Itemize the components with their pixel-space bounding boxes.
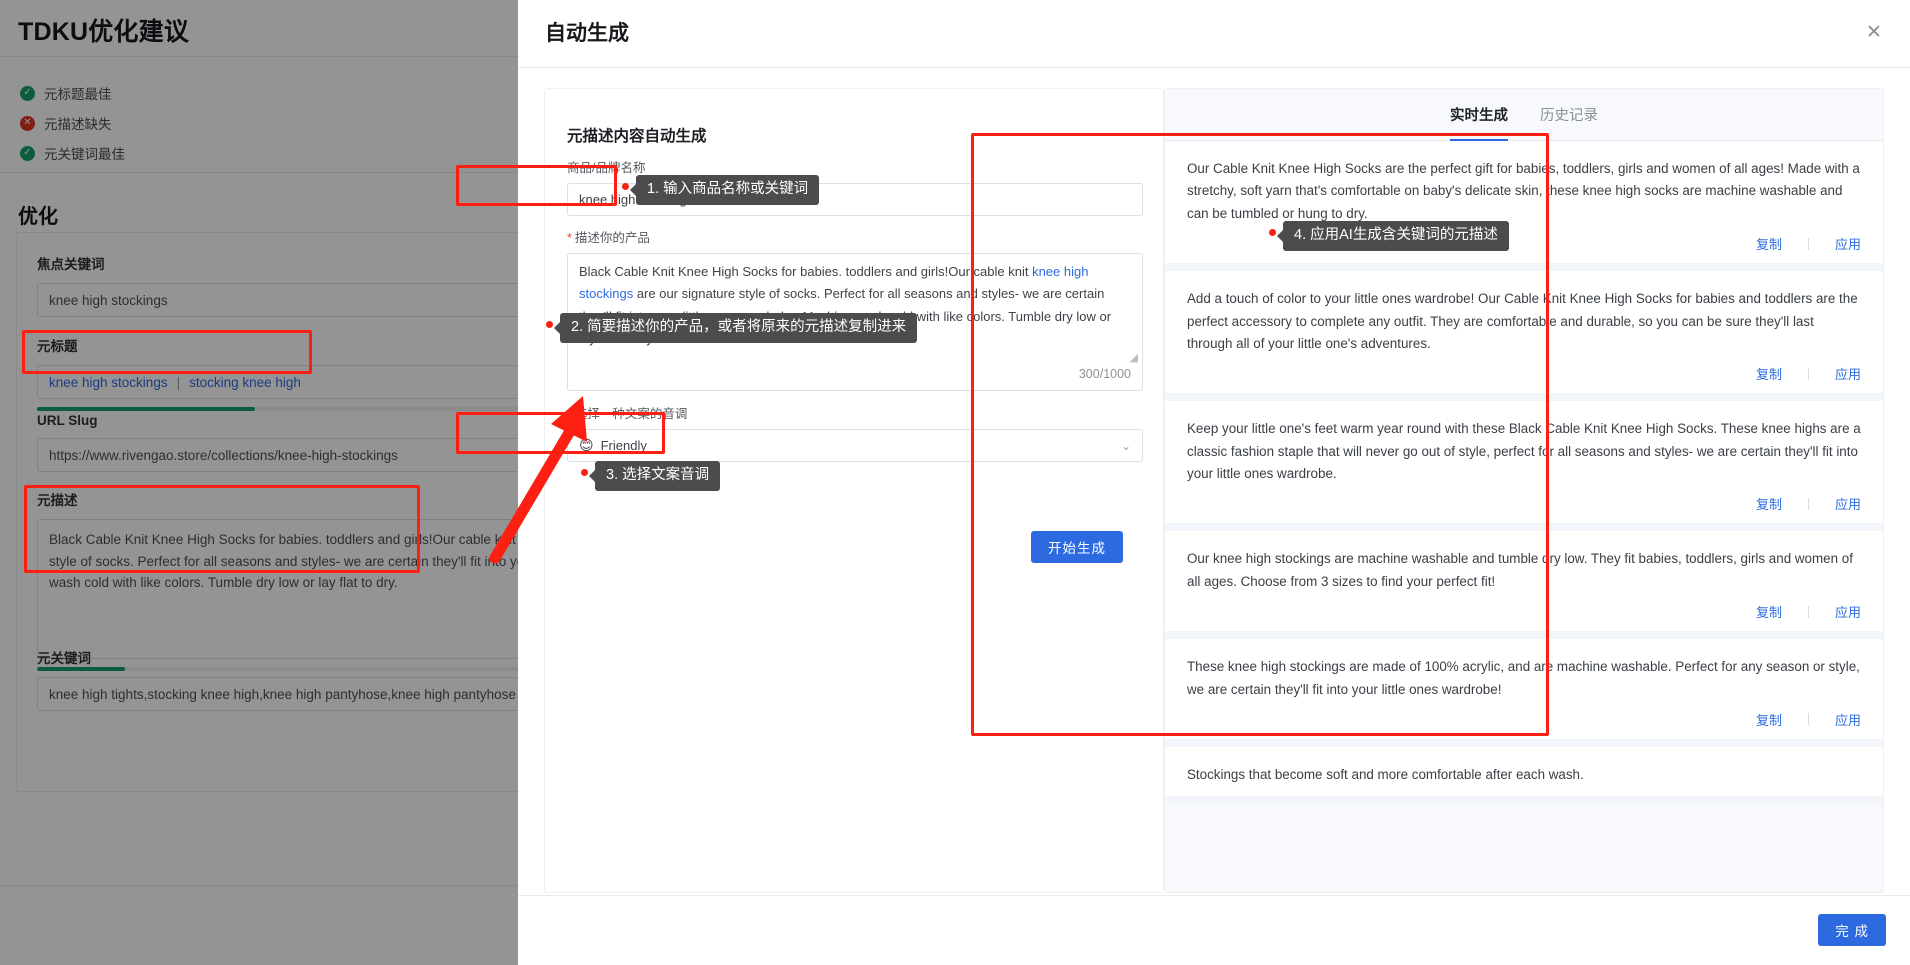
- tooltip-step-1: 1. 输入商品名称或关键词: [629, 175, 820, 206]
- tooltip-step-4: 4. 应用AI生成含关键词的元描述: [1277, 221, 1509, 252]
- highlight-meta-description: [24, 485, 420, 573]
- highlight-product-name-input: [456, 165, 617, 206]
- tip-dot-4: [1269, 229, 1276, 236]
- tip-dot-2: [546, 321, 553, 328]
- tooltip-step-3: 3. 选择文案音调: [588, 461, 721, 492]
- annotation-layer: 1. 输入商品名称或关键词 2. 简要描述你的产品，或者将原来的元描述复制进来 …: [0, 0, 1910, 965]
- tip-dot-1: [622, 183, 629, 190]
- tooltip-step-2: 2. 简要描述你的产品，或者将原来的元描述复制进来: [553, 313, 918, 344]
- tip-dot-3: [581, 469, 588, 476]
- highlight-meta-title: [22, 330, 312, 374]
